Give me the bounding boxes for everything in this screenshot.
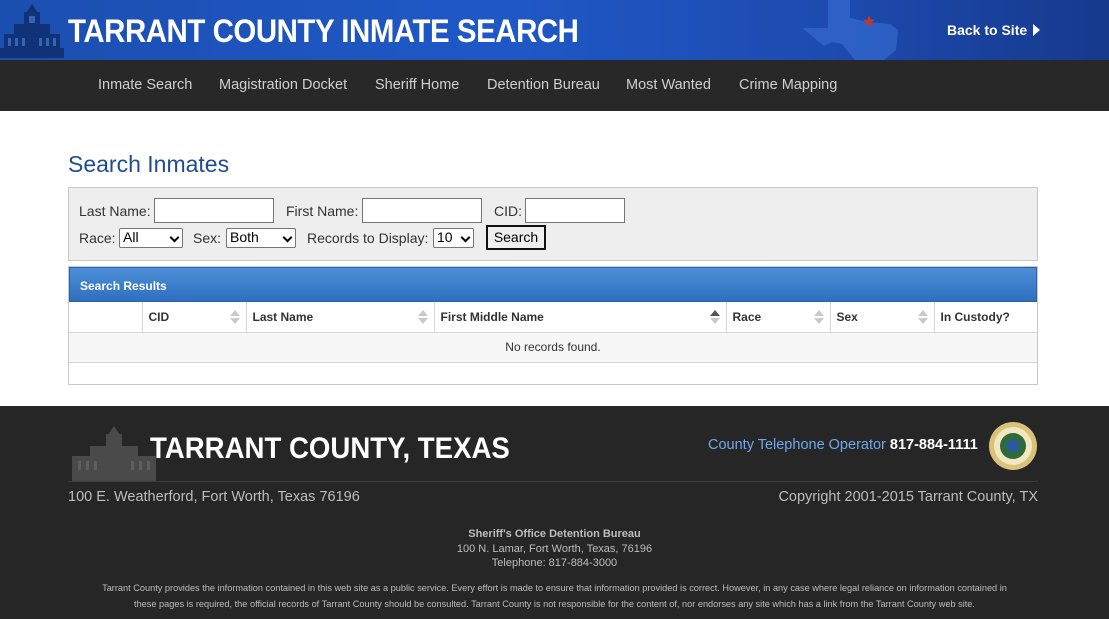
cid-label: CID: — [494, 203, 522, 219]
column-header-label: Last Name — [252, 309, 314, 324]
page-title: Search Inmates — [68, 151, 230, 177]
nav-item-sheriff-home[interactable]: Sheriff Home — [375, 77, 459, 93]
table-row: No records found. — [69, 332, 1037, 363]
footer-disclaimer: Tarrant County provides the information … — [102, 583, 1007, 609]
sort-arrows-icon — [917, 310, 928, 324]
column-header-in-custody[interactable]: In Custody? — [934, 302, 1037, 333]
back-to-site-link[interactable]: Back to Site — [947, 22, 1041, 38]
sex-label: Sex: — [193, 230, 222, 246]
sex-select[interactable]: Both — [226, 228, 296, 248]
bureau-address: 100 N. Lamar, Fort Worth, Texas, 76196 — [456, 543, 653, 555]
phone-number: 817-884-1111 — [889, 437, 978, 453]
chevron-down-icon — [460, 232, 471, 243]
texas-map-icon — [802, 0, 898, 60]
first-name-label: First Name: — [286, 203, 359, 219]
footer-divider — [68, 481, 1038, 482]
table-header-row: CID Last Name First Middle Name Race Sex — [69, 302, 1037, 333]
no-records-message: No records found. — [69, 332, 1037, 363]
main-nav: Inmate Search Magistration Docket Sherif… — [0, 60, 1109, 111]
bureau-phone: Telephone: 817-884-3000 — [491, 557, 618, 569]
header-banner: TARRANT COUNTY INMATE SEARCH Back to Sit… — [0, 0, 1109, 60]
column-header-label: Race — [732, 309, 762, 324]
footer: TARRANT COUNTY, TEXAS County Telephone O… — [0, 406, 1109, 619]
race-select-value: All — [123, 229, 139, 245]
chevron-down-icon — [282, 232, 293, 243]
county-phone-line: County Telephone Operator 817-884-1111 — [708, 437, 978, 453]
cid-input[interactable] — [525, 198, 625, 223]
courthouse-logo-icon — [0, 4, 64, 58]
courthouse-logo-icon — [72, 426, 156, 482]
footer-address: 100 E. Weatherford, Fort Worth, Texas 76… — [68, 489, 360, 505]
first-name-input[interactable] — [362, 198, 482, 223]
footer-copyright: Copyright 2001-2015 Tarrant County, TX — [778, 489, 1038, 505]
sort-arrows-icon — [229, 310, 240, 324]
chevron-down-icon — [169, 232, 180, 243]
results-table: CID Last Name First Middle Name Race Sex — [69, 302, 1037, 363]
column-header-select — [69, 302, 143, 333]
sort-ascending-icon — [709, 310, 720, 324]
last-name-label: Last Name: — [79, 203, 151, 219]
records-select-value: 10 — [437, 229, 453, 245]
county-seal-icon — [989, 422, 1037, 470]
last-name-input[interactable] — [154, 198, 274, 223]
sort-arrows-icon — [417, 310, 428, 324]
nav-item-most-wanted[interactable]: Most Wanted — [626, 77, 711, 93]
nav-item-crime-mapping[interactable]: Crime Mapping — [739, 77, 837, 93]
nav-item-magistration-docket[interactable]: Magistration Docket — [219, 77, 347, 93]
search-results-panel: Search Results CID Last Name First Middl… — [68, 266, 1038, 385]
back-to-site-label: Back to Site — [947, 22, 1028, 38]
race-label: Race: — [79, 230, 116, 246]
footer-title: TARRANT COUNTY, TEXAS — [150, 432, 510, 465]
search-results-header: Search Results — [69, 267, 1037, 302]
column-header-first-middle-name[interactable]: First Middle Name — [434, 302, 727, 333]
column-header-last-name[interactable]: Last Name — [246, 302, 435, 333]
records-select[interactable]: 10 — [433, 228, 474, 248]
column-header-label: CID — [148, 309, 170, 324]
column-header-sex[interactable]: Sex — [830, 302, 935, 333]
search-form: Last Name: First Name: CID: Race: All Se… — [68, 187, 1038, 261]
records-to-display-label: Records to Display: — [307, 230, 429, 246]
nav-item-detention-bureau[interactable]: Detention Bureau — [487, 77, 600, 93]
search-button[interactable]: Search — [486, 225, 546, 250]
play-arrow-icon — [1033, 24, 1041, 36]
column-header-cid[interactable]: CID — [142, 302, 247, 333]
column-header-race[interactable]: Race — [726, 302, 831, 333]
column-header-label: Sex — [836, 309, 858, 324]
site-title: TARRANT COUNTY INMATE SEARCH — [68, 13, 579, 49]
column-header-label: First Middle Name — [440, 309, 544, 324]
race-select[interactable]: All — [119, 228, 183, 248]
sex-select-value: Both — [230, 229, 259, 245]
phone-label: County Telephone Operator — [708, 437, 886, 453]
nav-item-inmate-search[interactable]: Inmate Search — [98, 77, 192, 93]
sort-arrows-icon — [813, 310, 824, 324]
bureau-name: Sheriff's Office Detention Bureau — [468, 528, 641, 540]
